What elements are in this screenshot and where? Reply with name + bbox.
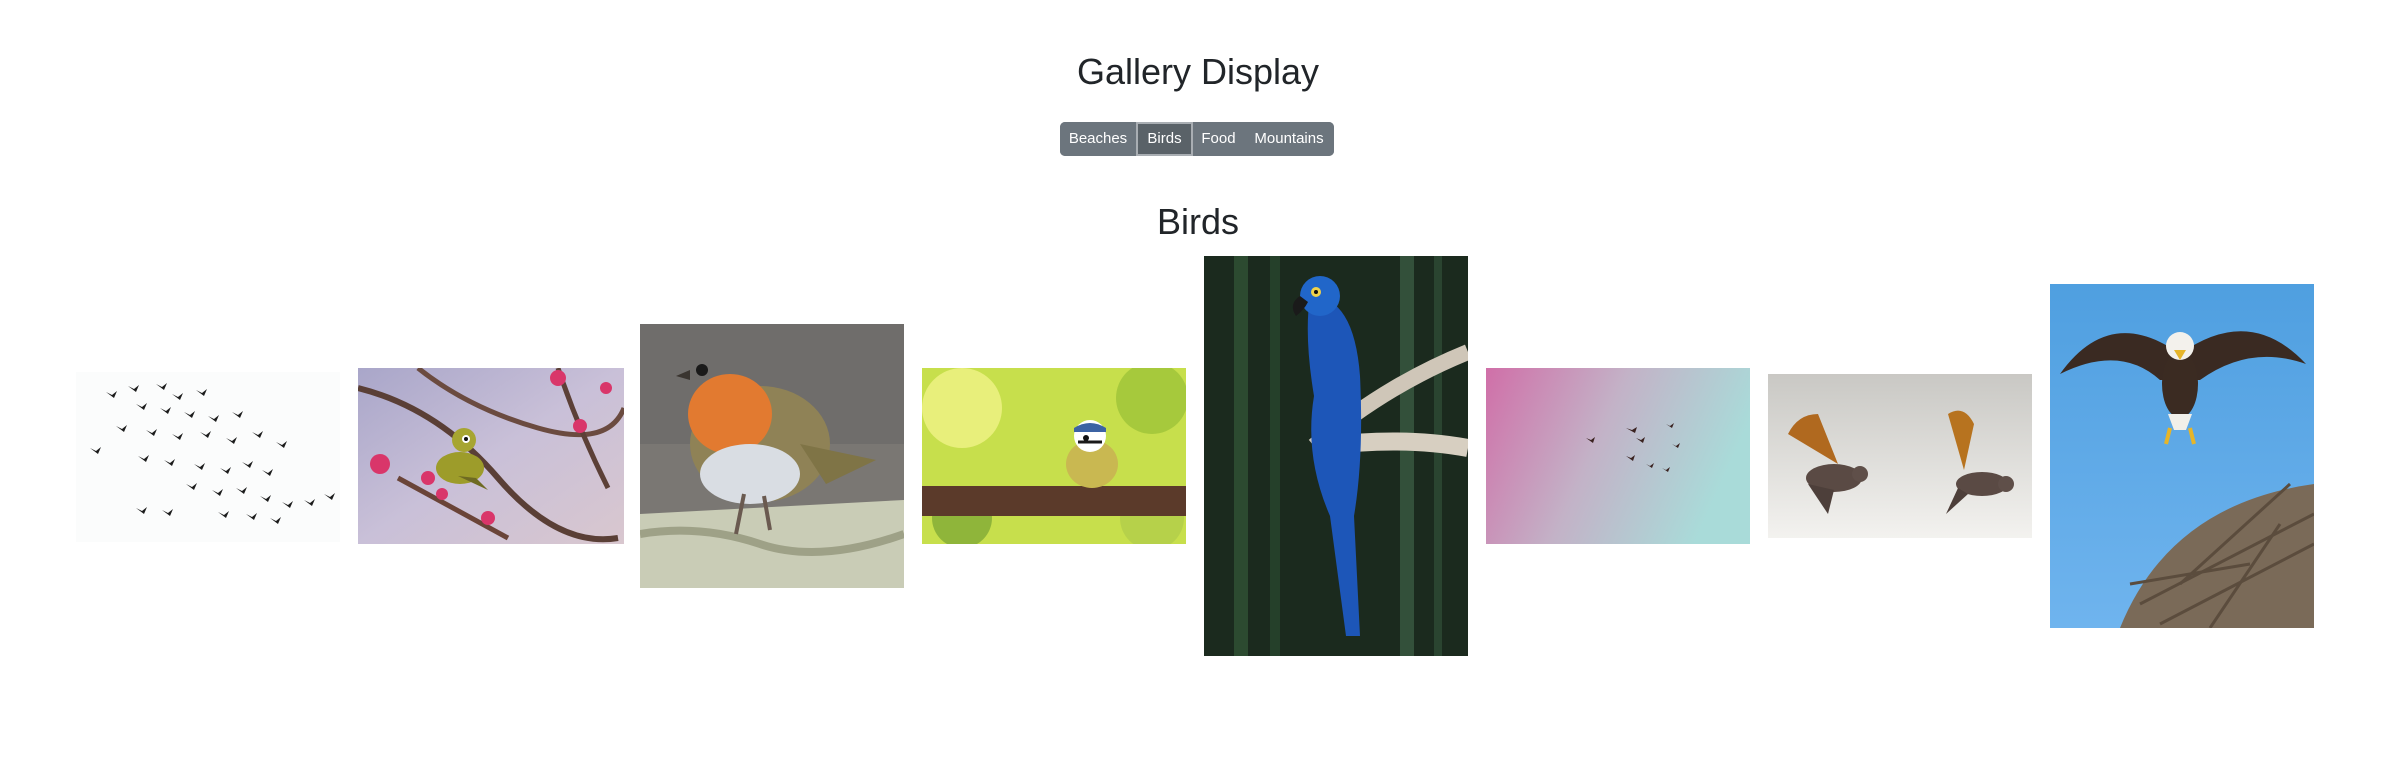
birds-in-pink-sky-image[interactable] (1486, 368, 1750, 544)
robin-on-branch-image[interactable] (640, 324, 904, 588)
flock-of-birds-image[interactable] (76, 372, 340, 542)
image-gallery (0, 0, 2396, 773)
white-eye-bird-on-blossom-image[interactable] (358, 368, 624, 544)
blue-macaw-image[interactable] (1204, 256, 1468, 656)
blue-tit-on-branch-image[interactable] (922, 368, 1186, 544)
eagle-over-nest-image[interactable] (2050, 284, 2314, 628)
two-doves-flying-image[interactable] (1768, 374, 2032, 538)
